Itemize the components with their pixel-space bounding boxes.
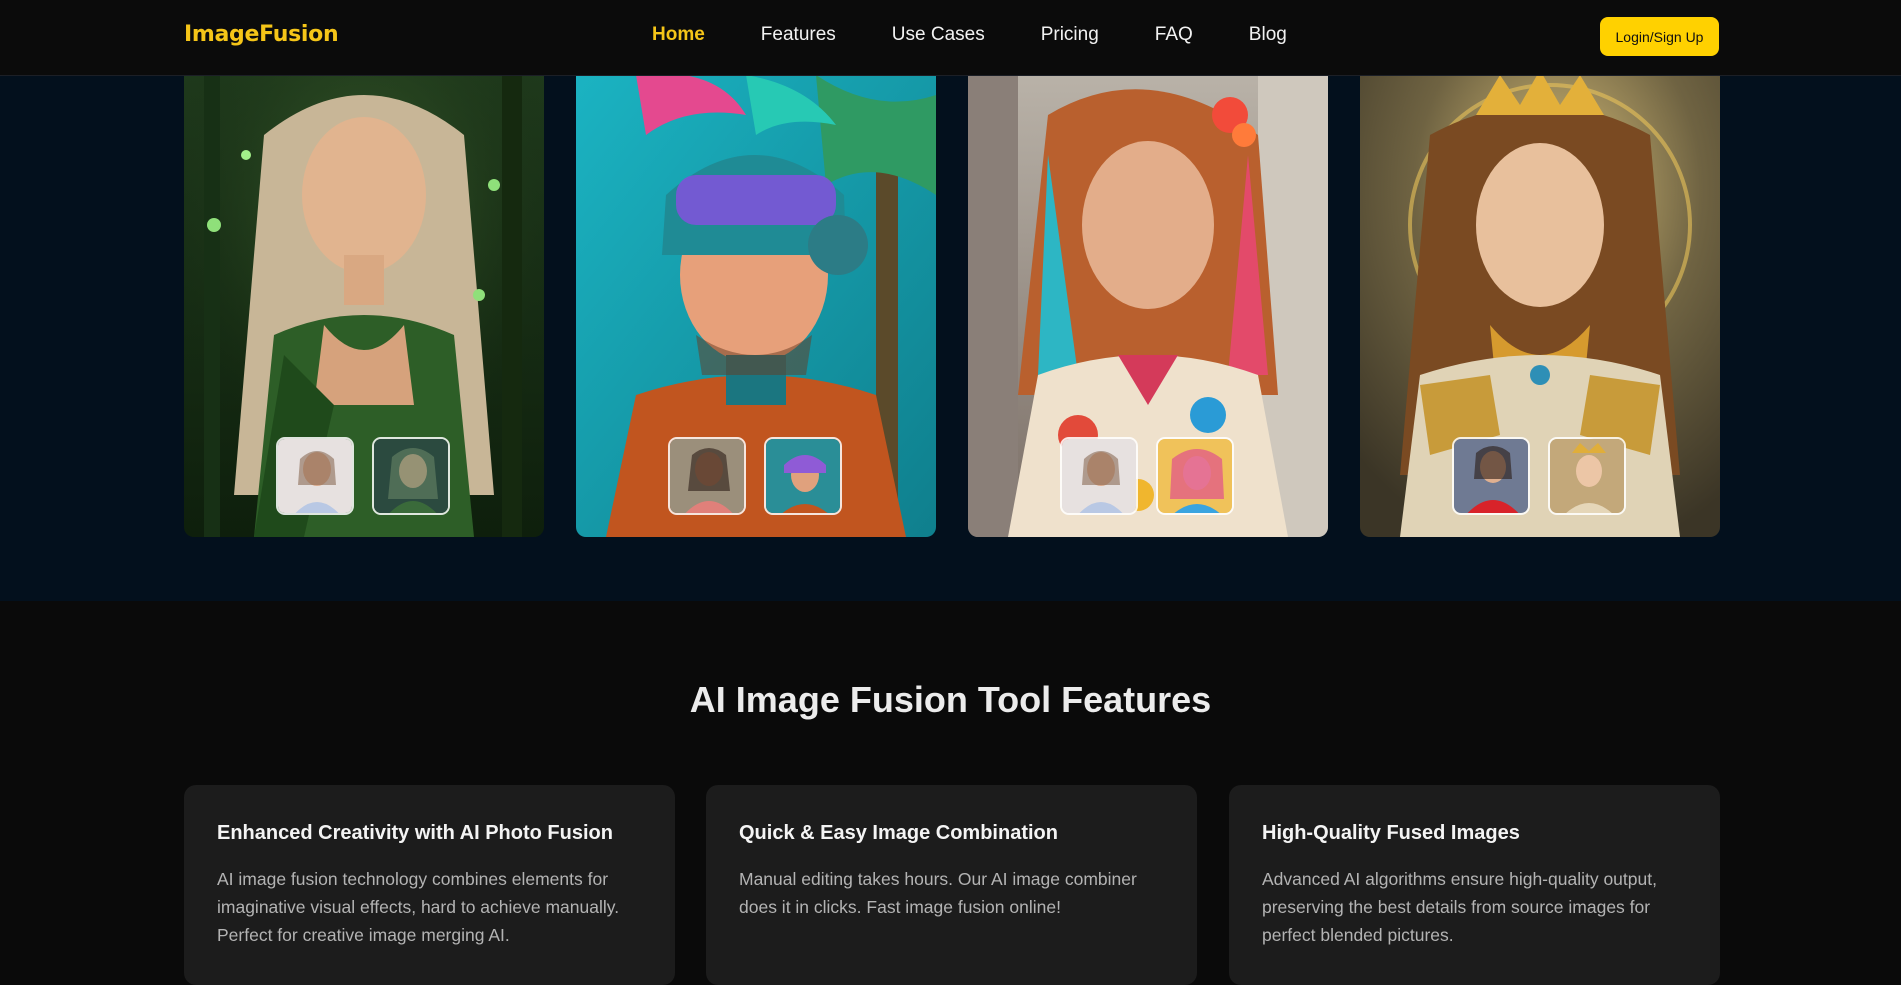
source-image (1062, 439, 1136, 513)
gallery-card-futuristic-helmet[interactable] (576, 75, 936, 537)
source-thumbnail[interactable] (1452, 437, 1530, 515)
nav-blog[interactable]: Blog (1249, 24, 1287, 46)
feature-description: Advanced AI algorithms ensure high-quali… (1262, 869, 1657, 945)
nav-faq[interactable]: FAQ (1155, 24, 1193, 46)
source-thumbnail[interactable] (1060, 437, 1138, 515)
style-image (1158, 439, 1232, 513)
portrait-image (184, 75, 544, 537)
source-image (1454, 439, 1528, 513)
feature-title: Quick & Easy Image Combination (739, 822, 1058, 844)
feature-title: Enhanced Creativity with AI Photo Fusion (217, 822, 613, 844)
gallery-card-forest-fairy[interactable] (184, 75, 544, 537)
source-image (670, 439, 744, 513)
top-navbar: ImageFusion Home Features Use Cases Pric… (0, 0, 1901, 76)
login-signup-button[interactable]: Login/Sign Up (1600, 17, 1719, 56)
portrait-image (1360, 75, 1720, 537)
style-image (1550, 439, 1624, 513)
source-thumbnail[interactable] (276, 437, 354, 515)
gallery-card-colorful-hair[interactable] (968, 75, 1328, 537)
nav-links: Home Features Use Cases Pricing FAQ Blog (652, 24, 1343, 46)
feature-card-creativity: Enhanced Creativity with AI Photo Fusion… (184, 785, 675, 985)
source-thumbnail[interactable] (668, 437, 746, 515)
feature-description: AI image fusion technology combines elem… (217, 869, 620, 945)
nav-use-cases[interactable]: Use Cases (892, 24, 985, 46)
style-image (374, 439, 448, 513)
fusion-gallery (0, 75, 1901, 601)
portrait-image (576, 75, 936, 537)
source-image (278, 439, 352, 513)
logo[interactable]: ImageFusion (184, 22, 339, 47)
style-image (766, 439, 840, 513)
nav-features[interactable]: Features (761, 24, 836, 46)
nav-home[interactable]: Home (652, 24, 705, 46)
features-section: AI Image Fusion Tool Features Enhanced C… (0, 601, 1901, 985)
style-thumbnail[interactable] (764, 437, 842, 515)
style-thumbnail[interactable] (372, 437, 450, 515)
feature-description: Manual editing takes hours. Our AI image… (739, 869, 1137, 917)
nav-pricing[interactable]: Pricing (1041, 24, 1099, 46)
portrait-image (968, 75, 1328, 537)
feature-card-quick-easy: Quick & Easy Image Combination Manual ed… (706, 785, 1197, 985)
feature-card-high-quality: High-Quality Fused Images Advanced AI al… (1229, 785, 1720, 985)
style-thumbnail[interactable] (1548, 437, 1626, 515)
gallery-card-golden-goddess[interactable] (1360, 75, 1720, 537)
features-heading: AI Image Fusion Tool Features (689, 679, 1212, 720)
style-thumbnail[interactable] (1156, 437, 1234, 515)
feature-title: High-Quality Fused Images (1262, 822, 1520, 844)
